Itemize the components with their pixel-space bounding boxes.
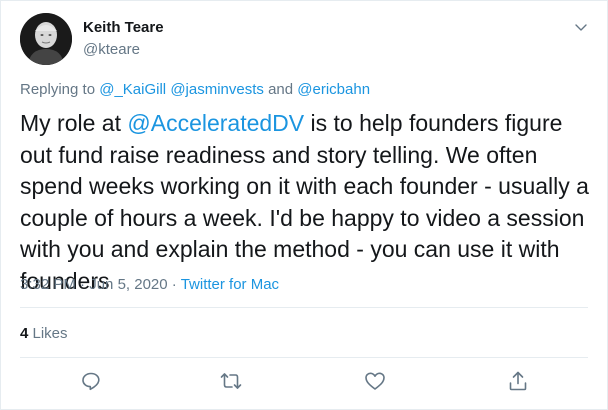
share-icon[interactable] — [506, 369, 530, 393]
reply-icon[interactable] — [79, 369, 103, 393]
divider — [20, 357, 588, 358]
replying-to: Replying to @_KaiGill @jasminvests and @… — [20, 81, 370, 98]
action-bar — [1, 369, 607, 397]
tweet-meta: 3:32 PM · Jun 5, 2020 · Twitter for Mac — [20, 276, 279, 293]
reply-mention-ericbahn[interactable]: @ericbahn — [297, 81, 370, 98]
meta-dot: · — [75, 276, 90, 293]
reply-separator-and: and — [263, 81, 298, 98]
likes-label: Likes — [28, 325, 68, 342]
avatar[interactable] — [20, 13, 72, 65]
reply-mention-kaigill[interactable]: @_KaiGill — [99, 81, 166, 98]
replying-to-label: Replying to — [20, 81, 96, 98]
tweet-date[interactable]: Jun 5, 2020 — [89, 276, 167, 293]
author-name[interactable]: Keith Teare — [83, 19, 164, 36]
chevron-down-icon[interactable] — [573, 19, 589, 35]
heart-icon[interactable] — [363, 369, 387, 393]
tweet-mention-accelerateddv[interactable]: @AcceleratedDV — [127, 110, 304, 136]
author-handle[interactable]: @kteare — [83, 41, 140, 58]
retweet-icon[interactable] — [219, 369, 243, 393]
tweet-time[interactable]: 3:32 PM — [20, 276, 76, 293]
tweet-text: My role at @AcceleratedDV is to help fou… — [20, 108, 590, 297]
tweet-text-body: is to help founders figure out fund rais… — [20, 110, 589, 294]
tweet-text-start: My role at — [20, 110, 128, 136]
likes-stat[interactable]: 4 Likes — [20, 325, 68, 342]
tweet-card: Keith Teare @kteare Replying to @_KaiGil… — [0, 0, 608, 410]
meta-dot: · — [167, 276, 181, 293]
reply-mention-jasminvests[interactable]: @jasminvests — [170, 81, 264, 98]
tweet-source[interactable]: Twitter for Mac — [181, 276, 279, 293]
divider — [20, 307, 588, 308]
